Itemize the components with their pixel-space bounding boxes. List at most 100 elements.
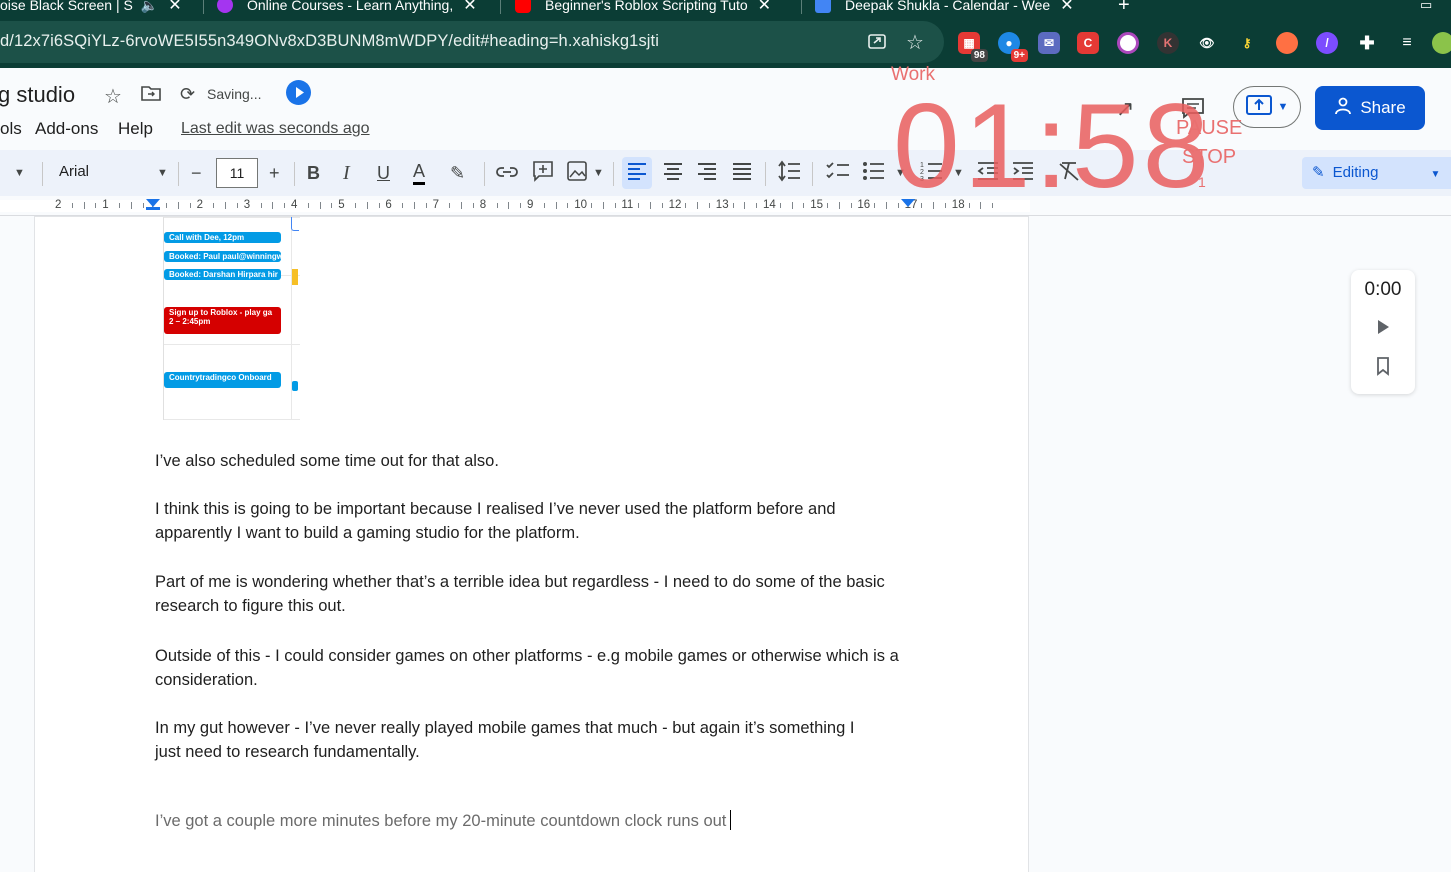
browser-tab[interactable]: oise Black Screen | S 🔈 ✕: [0, 0, 182, 16]
checklist-icon[interactable]: [826, 160, 850, 189]
close-tab-icon[interactable]: ✕: [758, 0, 771, 15]
bulleted-list-icon[interactable]: [862, 160, 886, 189]
close-tab-icon[interactable]: ✕: [1060, 0, 1073, 15]
bookmark-star-icon[interactable]: ☆: [906, 30, 924, 55]
chevron-down-icon[interactable]: ▼: [14, 160, 25, 186]
increase-font-size-icon[interactable]: +: [269, 160, 280, 186]
toolbar-divider: [42, 162, 43, 186]
ruler-tick: [661, 203, 663, 208]
font-size-input[interactable]: 11: [216, 158, 258, 188]
doc-paragraph-current[interactable]: I’ve got a couple more minutes before my…: [155, 809, 915, 833]
star-icon[interactable]: ☆: [104, 84, 122, 109]
last-edit-link[interactable]: Last edit was seconds ago: [181, 120, 370, 138]
doc-paragraph[interactable]: I’ve also scheduled some time out for th…: [155, 449, 915, 473]
ruler-tick: [319, 202, 321, 209]
tab-divider: [203, 0, 204, 14]
calendar-extension-icon[interactable]: ▦ 98: [958, 32, 988, 62]
left-indent-marker[interactable]: [146, 199, 160, 207]
reading-list-icon[interactable]: ≡: [1396, 32, 1418, 54]
image-dropdown-chevron-icon[interactable]: ▼: [593, 160, 604, 186]
ruler-tick: [402, 203, 404, 208]
insert-image-icon[interactable]: [566, 160, 588, 189]
align-center-icon[interactable]: [662, 160, 684, 189]
document-title[interactable]: g studio: [0, 82, 75, 108]
ruler-number: 13: [715, 199, 729, 211]
ruler-tick: [378, 203, 380, 208]
eye-extension-icon[interactable]: 👁: [1196, 32, 1218, 54]
key-extension-icon[interactable]: ⚷: [1236, 32, 1258, 54]
ruler-tick: [142, 203, 144, 208]
menu-add-ons[interactable]: Add-ons: [35, 119, 98, 139]
underline-icon[interactable]: U: [377, 160, 390, 186]
doc-paragraph[interactable]: Part of me is wondering whether that’s a…: [155, 570, 900, 618]
line-spacing-icon[interactable]: [778, 160, 802, 189]
ruler-number: 4: [291, 199, 298, 211]
new-tab-button[interactable]: +: [1118, 0, 1130, 16]
bold-icon[interactable]: B: [307, 160, 320, 186]
tab-title: Deepak Shukla - Calendar - Wee: [845, 0, 1051, 13]
move-folder-icon[interactable]: [141, 84, 161, 108]
calendar-event-edge: [291, 217, 299, 231]
ruler-tick: [779, 203, 781, 208]
browser-tab[interactable]: Online Courses - Learn Anything, ✕: [217, 0, 477, 16]
fox-extension-icon[interactable]: [1276, 32, 1298, 54]
doc-paragraph[interactable]: In my gut however - I’ve never really pl…: [155, 716, 875, 764]
font-family-select[interactable]: Arial: [59, 163, 89, 180]
profile-avatar[interactable]: [1432, 32, 1451, 54]
italic-icon[interactable]: I: [343, 160, 350, 186]
close-tab-icon[interactable]: ✕: [168, 0, 181, 15]
bookmark-icon[interactable]: [1376, 356, 1390, 381]
ruler-number: 10: [574, 199, 587, 211]
ruler-tick: [213, 203, 215, 208]
purple-extension-icon[interactable]: /: [1316, 32, 1338, 54]
highlight-pen-icon[interactable]: ✎: [450, 160, 465, 186]
pause-button[interactable]: PAUSE: [1176, 117, 1242, 140]
share-button[interactable]: Share: [1315, 86, 1425, 130]
browser-tab[interactable]: Beginner's Roblox Scripting Tuto ✕: [515, 0, 771, 16]
editing-mode-dropdown[interactable]: ✎ Editing ▼: [1302, 157, 1451, 189]
ruler-tick: [602, 202, 604, 209]
window-restore-icon[interactable]: ▭: [1420, 0, 1432, 16]
calendar-event-edge: [292, 269, 298, 285]
extension-icon[interactable]: ● 9+: [998, 32, 1028, 62]
doc-paragraph[interactable]: I think this is going to be important be…: [155, 497, 900, 545]
ruler-tick: [189, 203, 191, 208]
horizontal-ruler: 2 1 1 2 3 4 5 6 7 8 9 10 11 12 13 14 15 16 17 18: [0, 196, 1451, 216]
align-right-icon[interactable]: [696, 160, 718, 189]
doc-paragraph[interactable]: Outside of this - I could consider games…: [155, 644, 910, 692]
font-dropdown-chevron-icon[interactable]: ▼: [157, 160, 168, 186]
tab-title: oise Black Screen | S: [0, 0, 133, 13]
text-color-icon[interactable]: A: [413, 160, 426, 185]
sync-icon: ⟳: [180, 84, 196, 104]
present-button[interactable]: ▼: [1233, 86, 1301, 128]
align-left-icon[interactable]: [626, 160, 648, 189]
extensions-puzzle-icon[interactable]: ✚: [1356, 32, 1378, 54]
circle-extension-icon[interactable]: [1117, 32, 1139, 54]
stop-button[interactable]: STOP: [1182, 146, 1236, 169]
ruler-tick: [166, 203, 168, 208]
ruler-tick: [543, 203, 545, 208]
share-page-icon[interactable]: [866, 30, 888, 58]
c-extension-icon[interactable]: C: [1077, 32, 1099, 54]
ruler-tick: [567, 203, 569, 208]
toolbar-divider: [765, 162, 766, 186]
url-text[interactable]: d/12x7i6SQiYLz-6rvoWE5I55n349ONv8xD3BUNM…: [0, 32, 659, 51]
ruler-tick: [237, 203, 238, 208]
calendar-grid-line: [164, 217, 300, 218]
browser-tab[interactable]: Deepak Shukla - Calendar - Wee ✕: [815, 0, 1074, 16]
omnibox[interactable]: d/12x7i6SQiYLz-6rvoWE5I55n349ONv8xD3BUNM…: [0, 21, 944, 63]
first-line-indent-marker[interactable]: [146, 207, 160, 210]
k-extension-icon[interactable]: K: [1157, 32, 1179, 54]
justify-icon[interactable]: [731, 160, 753, 189]
mail-extension-icon[interactable]: ✉: [1038, 32, 1060, 54]
close-tab-icon[interactable]: ✕: [463, 0, 476, 15]
add-comment-icon[interactable]: [532, 160, 554, 189]
ruler-tick: [496, 203, 498, 208]
ruler-tick: [473, 203, 474, 208]
decrease-font-size-icon[interactable]: −: [191, 160, 202, 186]
menu-tools[interactable]: ols: [0, 119, 22, 139]
play-icon[interactable]: [1375, 318, 1391, 341]
menu-help[interactable]: Help: [118, 119, 153, 139]
play-icon[interactable]: [286, 80, 311, 105]
link-icon[interactable]: [495, 160, 519, 191]
